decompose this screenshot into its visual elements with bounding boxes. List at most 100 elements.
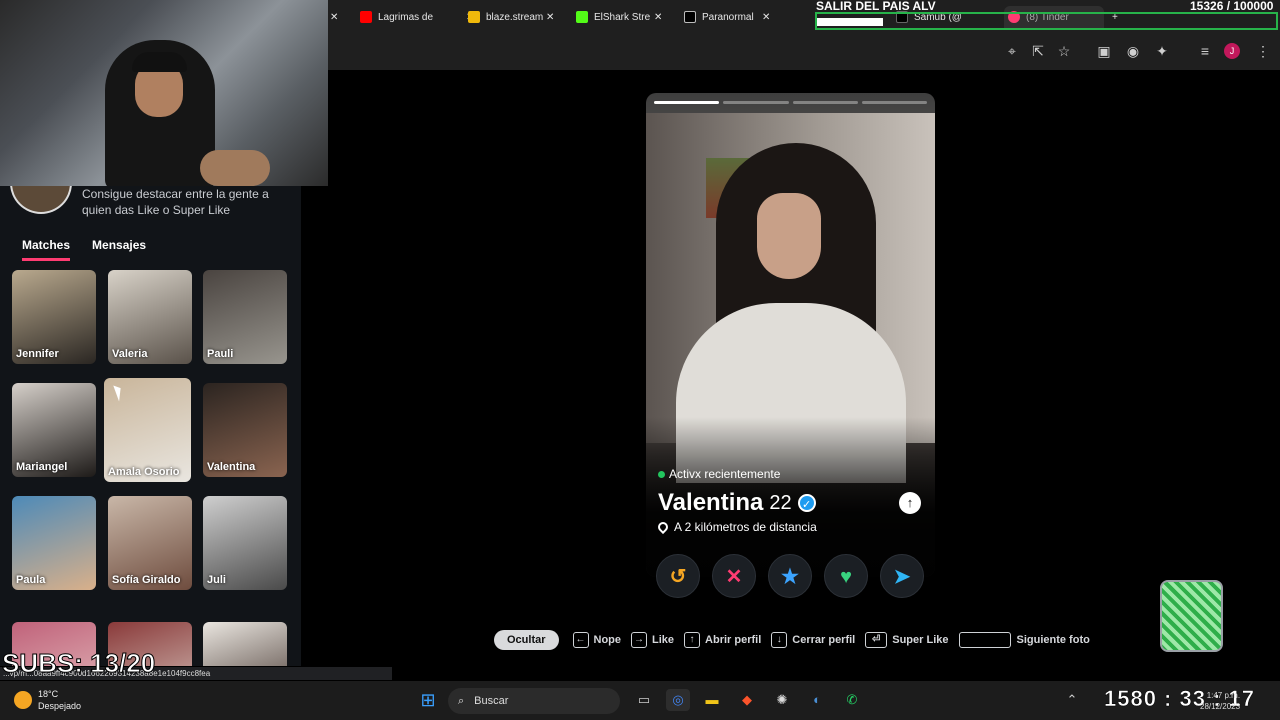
match-card[interactable]: Valentina: [203, 383, 287, 477]
photo-progress-segment: [861, 101, 927, 104]
match-card[interactable]: Sofía Giraldo: [108, 496, 192, 590]
stream-goal-counter: 15326 / 100000: [1190, 0, 1274, 13]
clock-time: 1:47 p.m.: [1206, 691, 1241, 700]
brave-icon[interactable]: ◆: [735, 689, 759, 711]
down-arrow-key-icon: ↓: [771, 632, 788, 648]
tab-matches[interactable]: Matches: [22, 238, 71, 261]
location-pin-icon: [655, 519, 671, 535]
tab-close-icon[interactable]: ✕: [330, 6, 344, 28]
puzzle-icon[interactable]: ✦: [1152, 41, 1172, 61]
boost-button[interactable]: ➤: [880, 554, 924, 598]
match-name: Juli: [207, 574, 226, 586]
rewind-button[interactable]: ↺: [656, 554, 700, 598]
shortcut-label: Siguiente foto: [1016, 634, 1090, 646]
whatsapp-icon[interactable]: ✆: [840, 689, 864, 711]
tray-chevron-icon[interactable]: ⌃: [1060, 689, 1084, 711]
shortcut-label: Nope: [593, 634, 622, 646]
match-card[interactable]: Mariangel: [12, 383, 96, 477]
match-card[interactable]: Paula: [12, 496, 96, 590]
extension-icon[interactable]: ◉: [1123, 41, 1143, 61]
activity-status: Activx recientemente: [658, 467, 780, 481]
kick-icon: [576, 11, 588, 23]
location-icon[interactable]: ⌖: [1002, 41, 1022, 61]
tab-messages[interactable]: Mensajes: [92, 238, 146, 261]
tab-close-icon[interactable]: ✕: [762, 6, 774, 28]
steam-icon[interactable]: ◐: [805, 689, 829, 711]
search-icon: ⌕: [458, 694, 465, 707]
shortcut-label: Like: [652, 634, 675, 646]
profile-card[interactable]: Activx recientemente Valentina 22 ✓ ↑ A …: [646, 93, 935, 577]
match-name: Pauli: [207, 348, 234, 360]
match-card[interactable]: Juli: [203, 496, 287, 590]
photo-progress-segment: [723, 101, 789, 104]
photo-progress-segment: [654, 101, 720, 104]
like-button[interactable]: ♥: [824, 554, 868, 598]
youtube-icon: [360, 11, 372, 23]
match-card[interactable]: Jennifer: [12, 270, 96, 364]
chrome-icon[interactable]: ◎: [666, 689, 690, 711]
tab-close-icon[interactable]: ✕: [546, 6, 558, 28]
tab-3[interactable]: ElShark Stre: [576, 6, 656, 28]
profile-name-row: Valentina 22 ✓: [658, 489, 816, 517]
reader-icon[interactable]: ▣: [1094, 41, 1114, 61]
match-card[interactable]: [203, 622, 287, 666]
menu-icon[interactable]: ⋮: [1253, 41, 1273, 61]
left-arrow-key-icon: ←: [572, 632, 589, 648]
match-name: Jennifer: [16, 348, 59, 360]
tab-2[interactable]: blaze.stream: [468, 6, 548, 28]
browser-toolbar: ⌖ ⇱ ☆ ▣ ◉ ✦ ≡ J ⋮: [328, 33, 1280, 70]
tab-1[interactable]: Lagrimas de: [360, 6, 460, 28]
webcam-overlay: [0, 0, 328, 186]
donation-jar-overlay: [1160, 580, 1223, 652]
right-arrow-key-icon: →: [631, 632, 648, 648]
match-name: Amala Osorio: [108, 466, 180, 478]
shortcut-label: Abrir perfil: [705, 634, 762, 646]
hide-shortcuts-button[interactable]: Ocultar: [494, 630, 559, 650]
weather-widget[interactable]: 18°C Despejado: [14, 688, 81, 712]
shortcut-label: Super Like: [892, 634, 949, 646]
match-card[interactable]: Valeria: [108, 270, 192, 364]
system-clock[interactable]: 1:47 p.m. 28/12/2023: [1200, 690, 1240, 712]
taskbar-search[interactable]: ⌕ Buscar: [448, 688, 620, 714]
media-icon[interactable]: ≡: [1195, 41, 1215, 61]
photo-face: [757, 193, 821, 279]
stream-goal-title: SALIR DEL PAIS ALV: [816, 0, 936, 13]
star-icon[interactable]: ☆: [1054, 41, 1074, 61]
nope-button[interactable]: ✕: [712, 554, 756, 598]
distance-row: A 2 kilómetros de distancia: [655, 519, 817, 535]
match-card[interactable]: Pauli: [203, 270, 287, 364]
open-profile-button[interactable]: ↑: [899, 492, 921, 514]
weather-sun-icon: [14, 691, 32, 709]
install-icon[interactable]: ⇱: [1028, 41, 1048, 61]
tab-close-icon[interactable]: ✕: [654, 6, 666, 28]
goal-progress-fill: [817, 18, 883, 26]
sidebar-tabs: Matches Mensajes: [22, 238, 146, 261]
windows-taskbar: 18°C Despejado ⊞ ⌕ Buscar ▭ ◎ ▬ ◆ ✺ ◐ ✆ ⌃ …: [0, 681, 1280, 720]
tab-label: Paranormal: [702, 11, 754, 23]
tab-4[interactable]: Paranormal: [684, 6, 760, 28]
verified-icon: ✓: [797, 494, 816, 512]
profile-avatar[interactable]: J: [1224, 43, 1240, 59]
photo-progress: [654, 101, 927, 104]
chatgpt-icon[interactable]: ✺: [770, 689, 794, 711]
task-view-icon[interactable]: ▭: [632, 689, 656, 711]
shortcut-open: ↑ Abrir perfil: [684, 632, 761, 648]
streamer-leg: [200, 150, 270, 186]
file-explorer-icon[interactable]: ▬: [700, 689, 724, 711]
streamer-cap: [132, 52, 187, 72]
photo-progress-segment: [792, 101, 858, 104]
weather-temp: 18°C: [38, 689, 59, 699]
windows-start-icon[interactable]: ⊞: [416, 689, 440, 711]
superlike-button[interactable]: ★: [768, 554, 812, 598]
activity-text: Activx recientemente: [669, 467, 781, 481]
space-key-icon: [958, 632, 1011, 648]
shortcut-superlike: ⏎ Super Like: [865, 632, 949, 648]
profile-name: Valentina: [658, 489, 764, 516]
profile-age: 22: [769, 491, 792, 514]
up-arrow-key-icon: ↑: [684, 632, 701, 648]
match-name: Mariangel: [16, 461, 68, 473]
promo-avatar: [10, 186, 72, 214]
shortcut-like: → Like: [631, 632, 674, 648]
search-label: Buscar: [474, 695, 509, 707]
clock-date: 28/12/2023: [1200, 702, 1241, 711]
